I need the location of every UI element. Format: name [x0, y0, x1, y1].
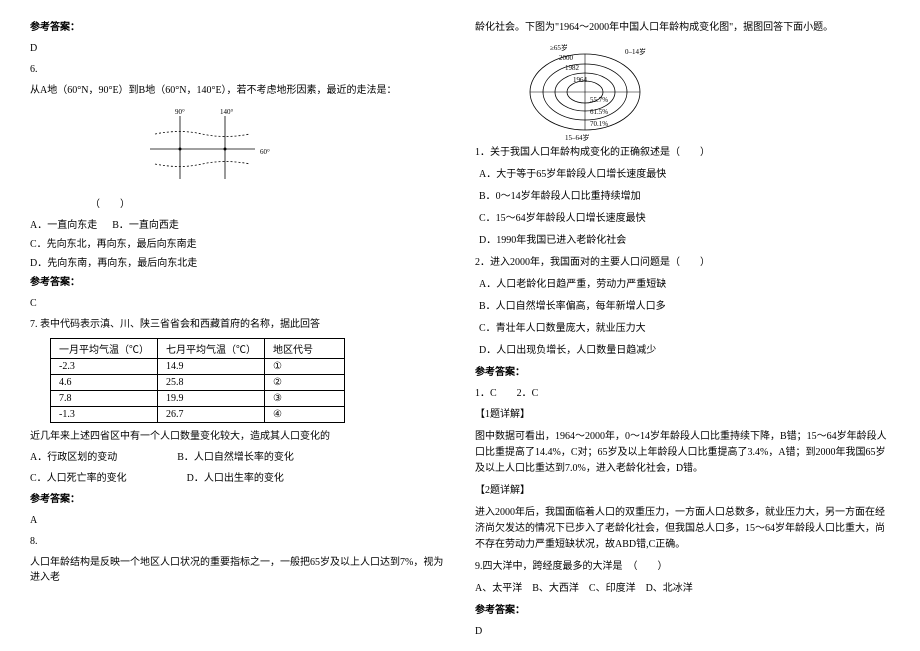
answer-label: 参考答案： [30, 275, 445, 290]
option-b: B．人口自然增长率的变化 [177, 450, 294, 465]
question-text-cont: 龄化社会。下图为"1964～2000年中国人口年龄构成变化图"，据图回答下面小题… [475, 20, 890, 36]
option-b: B、大西洋 [532, 583, 579, 594]
question-text: 从A地（60°N，90°E）到B地（60°N，140°E），若不考虑地形因素，最… [30, 83, 445, 98]
table-header: 一月平均气温（℃） [51, 339, 158, 359]
question-text: 9.四大洋中，跨经度最多的大洋是 （ ） [475, 559, 890, 575]
option-c: C．青壮年人口数量庞大，就业压力大 [475, 321, 890, 337]
explanation-header: 【1题详解】 [475, 407, 890, 423]
option-a: A、太平洋 [475, 583, 522, 594]
question-number: 8. [30, 534, 445, 549]
table-cell: ② [265, 375, 345, 391]
label-1564: 15–64岁 [565, 133, 590, 142]
option-d: D．人口出生率的变化 [187, 471, 284, 486]
table-cell: 19.9 [158, 391, 265, 407]
label-140: 140° [220, 108, 234, 116]
sub-question-2: 2．进入2000年，我国面对的主要人口问题是（ ） [475, 255, 890, 271]
option-b: B．一直向西走 [112, 220, 179, 231]
question-subtext: 近几年来上述四省区中有一个人口数量变化较大，造成其人口变化的 [30, 429, 445, 444]
age-structure-diagram: ≥65岁 0–14岁 15–64岁 1964 1982 2000 55.7% 6… [515, 42, 665, 142]
table-header: 地区代号 [265, 339, 345, 359]
table-header: 七月平均气温（℃） [158, 339, 265, 359]
explanation-text: 进入2000年后，我国面临着人口的双重压力，一方面人口总数多，就业压力大，另一方… [475, 505, 890, 553]
table-cell: 25.8 [158, 375, 265, 391]
answer-value: D [475, 624, 890, 639]
table-cell: 7.8 [51, 391, 158, 407]
option-b: B．人口自然增长率偏高，每年新增人口多 [475, 299, 890, 315]
globe-diagram: 90° 140° 60° [120, 104, 280, 194]
inner-num: 61.5% [590, 108, 608, 116]
option-c: C．15～64岁年龄段人口增长速度最快 [475, 211, 890, 227]
option-c: C．人口死亡率的变化 [30, 471, 127, 486]
question-text: 7. 表中代码表示滇、川、陕三省省会和西藏首府的名称，据此回答 [30, 317, 445, 332]
answer-label: 参考答案： [475, 365, 890, 380]
table-row: 4.6 25.8 ② [51, 375, 345, 391]
label-014: 0–14岁 [625, 47, 646, 56]
explanation-text: 图中数据可看出，1964～2000年，0～14岁年龄段人口比重持续下降，B错；1… [475, 429, 890, 477]
option-d: D．1990年我国已进入老龄化社会 [475, 233, 890, 249]
option-d: D．人口出现负增长，人口数量日趋减少 [475, 343, 890, 359]
answer-value: C [30, 296, 445, 311]
option-c: C、印度洋 [589, 583, 636, 594]
table-cell: -1.3 [51, 407, 158, 423]
table-cell: 4.6 [51, 375, 158, 391]
inner-num: 1964 [573, 76, 588, 84]
sub-question-1: 1．关于我国人口年龄构成变化的正确叙述是（ ） [475, 145, 890, 161]
table-cell: 14.9 [158, 359, 265, 375]
table-row: -2.3 14.9 ① [51, 359, 345, 375]
option-d: D．先向东南，再向东，最后向东北走 [30, 256, 445, 271]
inner-num: 1982 [565, 64, 580, 72]
question-number: 6. [30, 62, 445, 77]
option-d: D、北冰洋 [646, 583, 693, 594]
question-text: 人口年龄结构是反映一个地区人口状况的重要指标之一，一般把65岁及以上人口达到7%… [30, 555, 445, 585]
table-cell: -2.3 [51, 359, 158, 375]
table-cell: ④ [265, 407, 345, 423]
climate-table: 一月平均气温（℃） 七月平均气温（℃） 地区代号 -2.3 14.9 ① 4.6… [50, 338, 345, 423]
inner-num: 2000 [559, 54, 574, 62]
answer-label: 参考答案： [475, 603, 890, 618]
explanation-header: 【2题详解】 [475, 483, 890, 499]
table-cell: ③ [265, 391, 345, 407]
option-c: C．先向东北，再向东，最后向东南走 [30, 237, 445, 252]
blank-paren: （ ） [90, 197, 445, 212]
table-cell: 26.7 [158, 407, 265, 423]
answer-value: D [30, 41, 445, 56]
answer-value: 1．C 2．C [475, 386, 890, 401]
label-65: ≥65岁 [550, 43, 568, 52]
table-row: 一月平均气温（℃） 七月平均气温（℃） 地区代号 [51, 339, 345, 359]
option-b: B．0～14岁年龄段人口比重持续增加 [475, 189, 890, 205]
option-a: A．大于等于65岁年龄段人口增长速度最快 [475, 167, 890, 183]
option-a: A．行政区划的变动 [30, 450, 117, 465]
option-a: A．一直向东走 [30, 220, 97, 231]
answer-label: 参考答案： [30, 492, 445, 507]
inner-num: 55.7% [590, 96, 608, 104]
table-row: 7.8 19.9 ③ [51, 391, 345, 407]
answer-value: A [30, 513, 445, 528]
answer-label: 参考答案： [30, 20, 445, 35]
option-a: A．人口老龄化日趋严重，劳动力严重短缺 [475, 277, 890, 293]
inner-num: 70.1% [590, 120, 608, 128]
table-row: -1.3 26.7 ④ [51, 407, 345, 423]
label-90: 90° [175, 108, 185, 116]
label-60: 60° [260, 148, 270, 156]
table-cell: ① [265, 359, 345, 375]
